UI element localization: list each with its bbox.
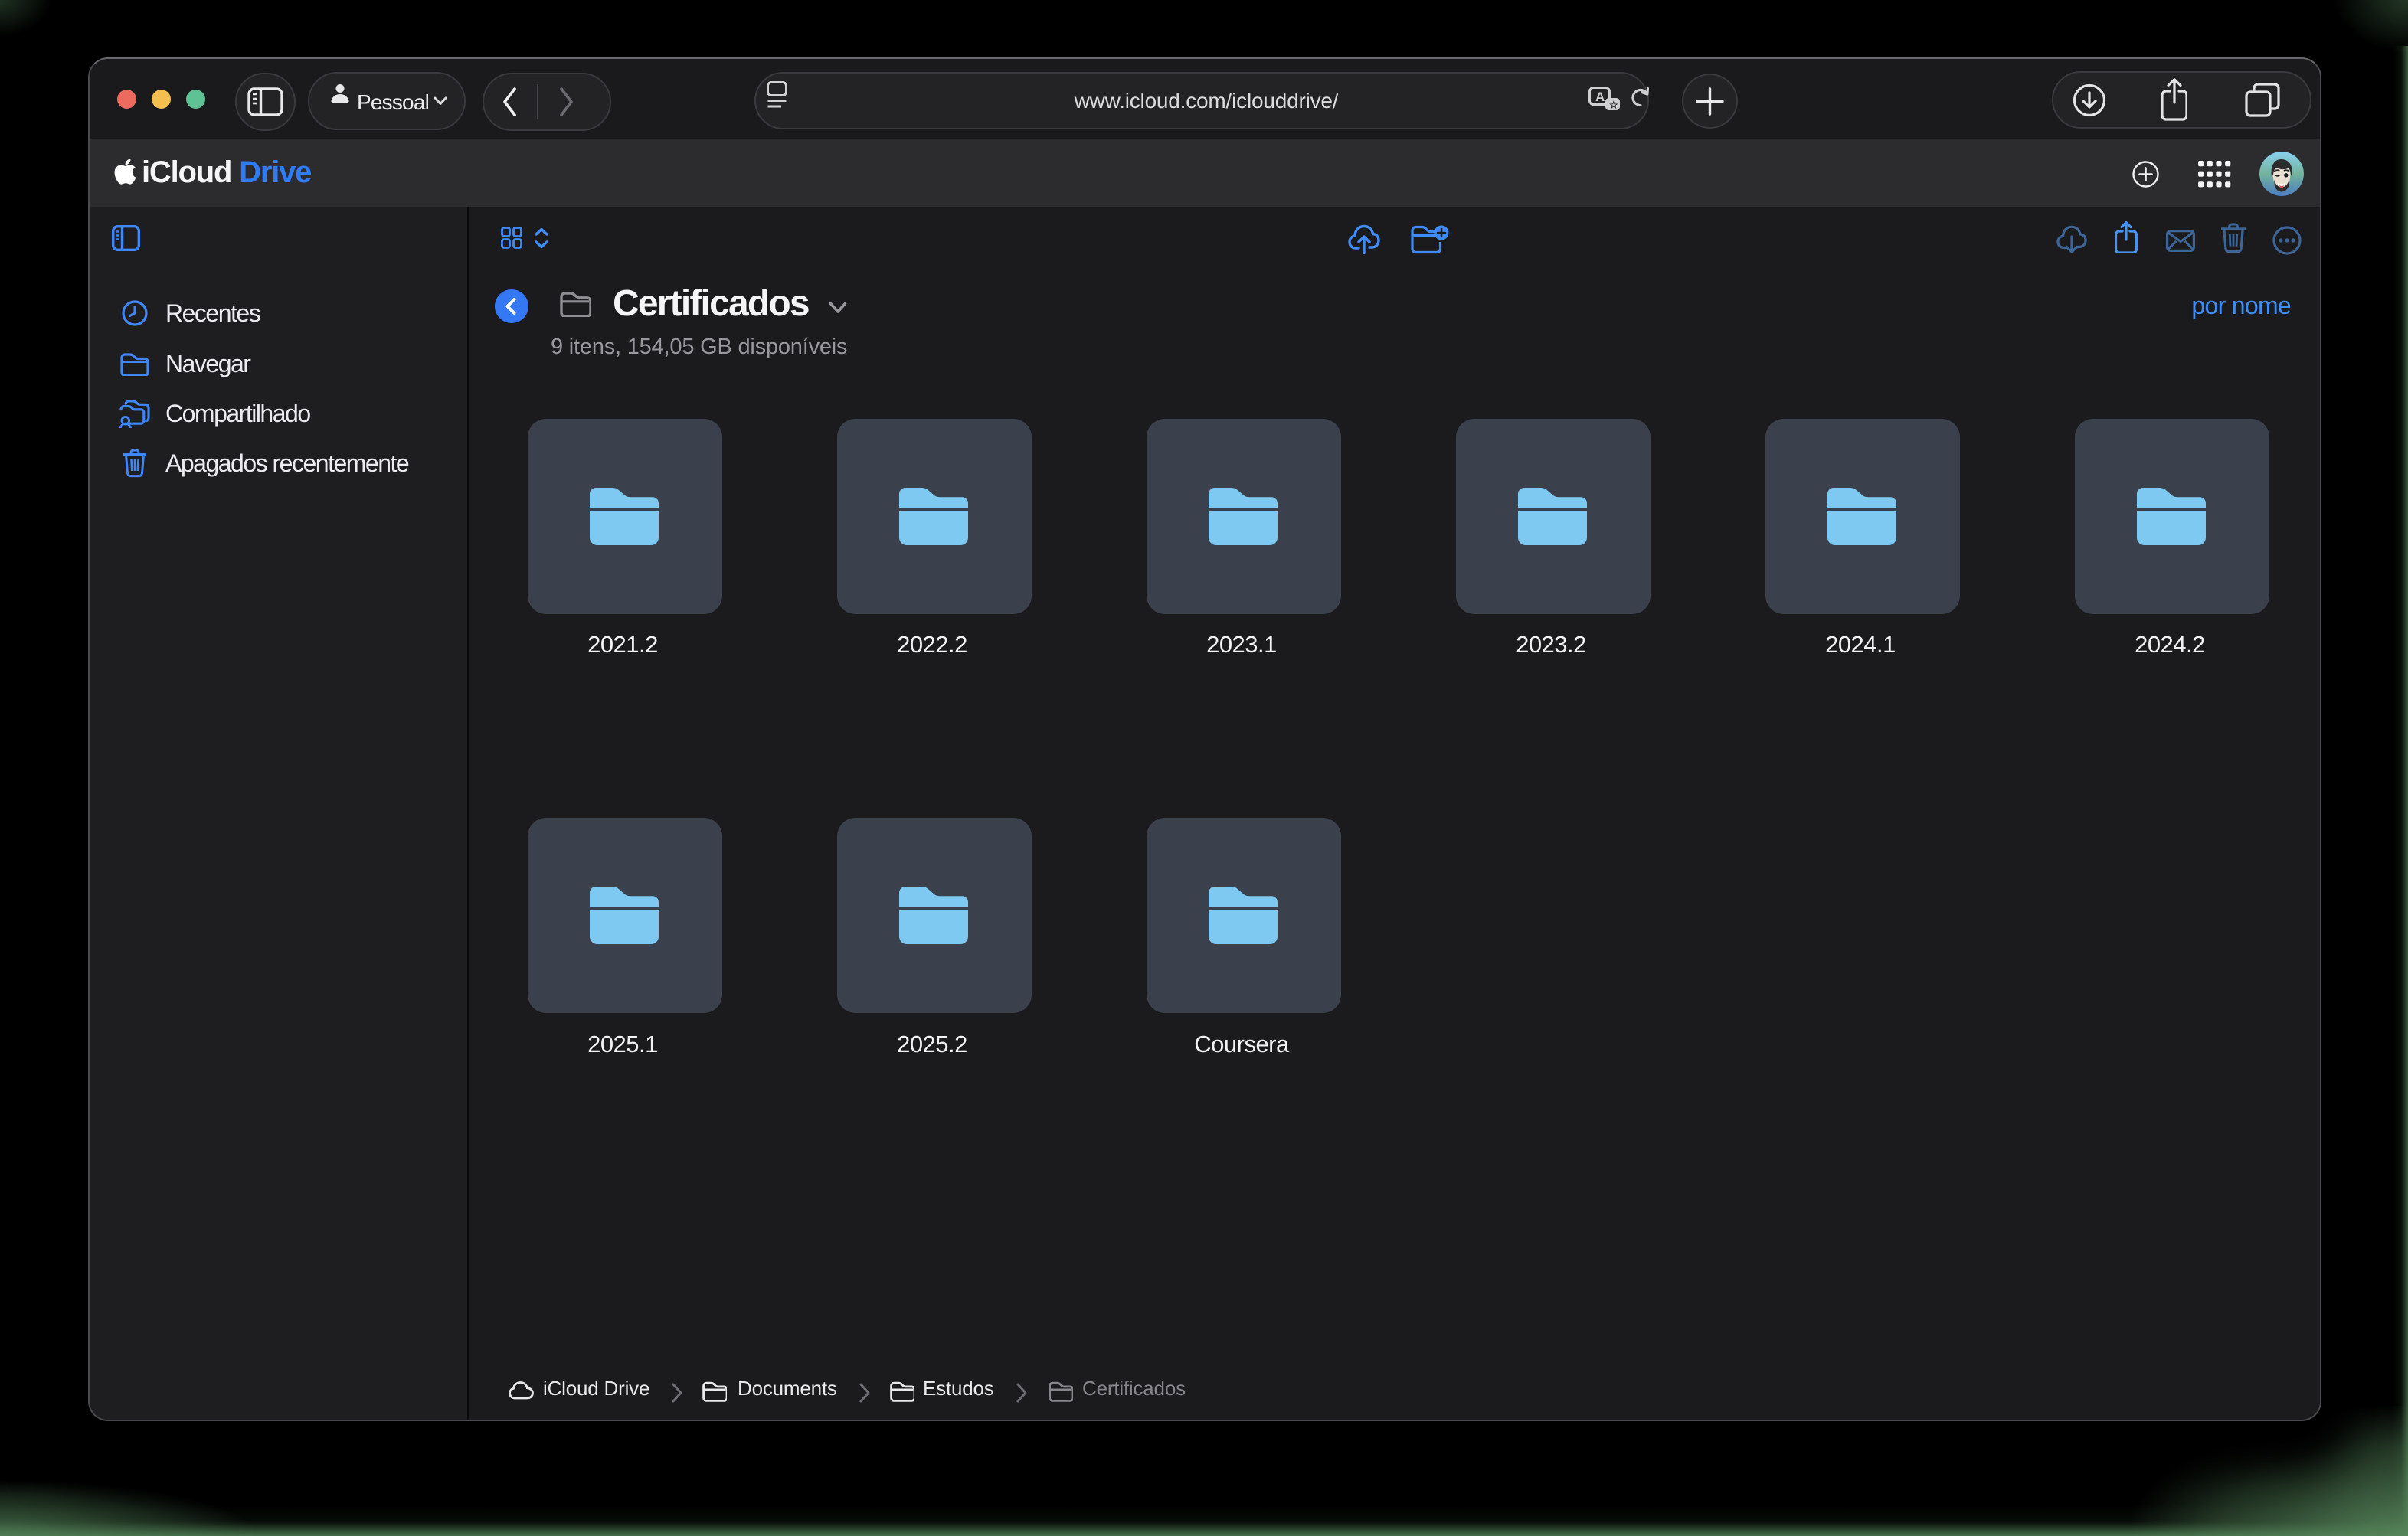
svg-text:A: A (1595, 90, 1605, 104)
svg-text:☆: ☆ (1609, 100, 1618, 111)
